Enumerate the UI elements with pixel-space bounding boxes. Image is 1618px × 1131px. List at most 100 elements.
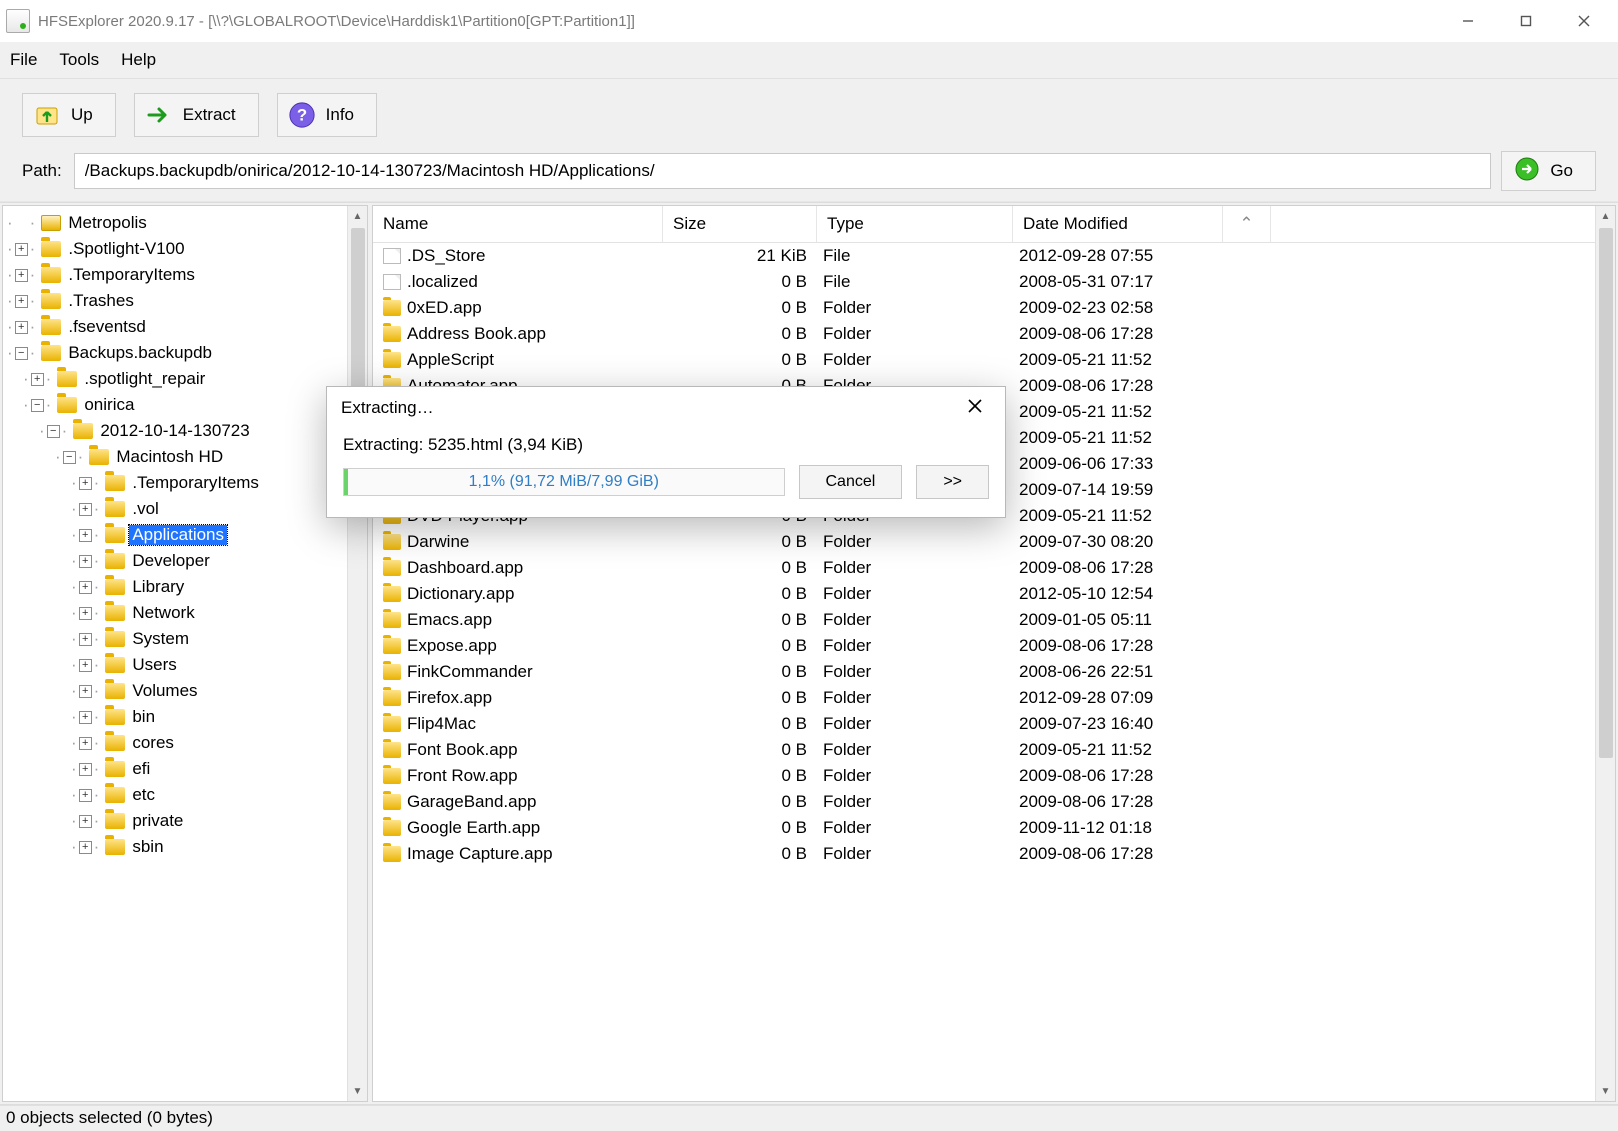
info-button[interactable]: ? Info xyxy=(277,93,377,137)
tree-row[interactable]: ·−·Macintosh HD xyxy=(7,444,367,470)
tree-expander[interactable]: − xyxy=(63,451,76,464)
list-scrollbar[interactable]: ▲ ▼ xyxy=(1595,206,1615,1101)
tree-row[interactable]: ·+·.spotlight_repair xyxy=(7,366,367,392)
scroll-up-icon[interactable]: ▲ xyxy=(348,206,367,226)
tree-row[interactable]: ·+·.Trashes xyxy=(7,288,367,314)
scroll-down-icon[interactable]: ▼ xyxy=(348,1081,367,1101)
tree-expander[interactable]: + xyxy=(79,555,92,568)
file-row[interactable]: Font Book.app0 BFolder2009-05-21 11:52 xyxy=(373,737,1595,763)
file-row[interactable]: Emacs.app0 BFolder2009-01-05 05:11 xyxy=(373,607,1595,633)
tree-row[interactable]: ·−·Backups.backupdb xyxy=(7,340,367,366)
file-row[interactable]: Expose.app0 BFolder2009-08-06 17:28 xyxy=(373,633,1595,659)
file-row[interactable]: Darwine0 BFolder2009-07-30 08:20 xyxy=(373,529,1595,555)
tree-expander[interactable]: + xyxy=(15,295,28,308)
file-row[interactable]: Flip4Mac0 BFolder2009-07-23 16:40 xyxy=(373,711,1595,737)
tree-expander[interactable]: + xyxy=(79,529,92,542)
tree-row[interactable]: ·+·Network xyxy=(7,600,367,626)
menu-help[interactable]: Help xyxy=(121,50,156,70)
file-name: FinkCommander xyxy=(407,662,663,682)
tree-row[interactable]: ·+·Users xyxy=(7,652,367,678)
more-button[interactable]: >> xyxy=(916,465,989,499)
file-row[interactable]: .localized0 BFile2008-05-31 07:17 xyxy=(373,269,1595,295)
scroll-down-icon[interactable]: ▼ xyxy=(1596,1081,1615,1101)
file-row[interactable]: AppleScript0 BFolder2009-05-21 11:52 xyxy=(373,347,1595,373)
tree-row[interactable]: ·+·.fseventsd xyxy=(7,314,367,340)
file-row[interactable]: Google Earth.app0 BFolder2009-11-12 01:1… xyxy=(373,815,1595,841)
col-name[interactable]: Name xyxy=(373,206,663,242)
tree-label: System xyxy=(129,629,192,649)
cancel-button[interactable]: Cancel xyxy=(799,465,903,499)
tree-expander[interactable]: + xyxy=(79,659,92,672)
tree-expander[interactable]: + xyxy=(79,685,92,698)
tree-row[interactable]: ·+·Developer xyxy=(7,548,367,574)
tree-expander[interactable]: + xyxy=(79,581,92,594)
menu-tools[interactable]: Tools xyxy=(59,50,99,70)
tree-row[interactable]: ·−·onirica xyxy=(7,392,367,418)
tree-row[interactable]: ·+·.TemporaryItems xyxy=(7,470,367,496)
tree-scrollbar[interactable]: ▲ ▼ xyxy=(347,206,367,1101)
scroll-thumb[interactable] xyxy=(1599,228,1613,758)
tree-row[interactable]: ·+·cores xyxy=(7,730,367,756)
tree-row[interactable]: ·−·2012-10-14-130723 xyxy=(7,418,367,444)
tree-expander[interactable]: + xyxy=(79,737,92,750)
tree-row[interactable]: ·+·Volumes xyxy=(7,678,367,704)
file-row[interactable]: Firefox.app0 BFolder2012-09-28 07:09 xyxy=(373,685,1595,711)
tree-row[interactable]: ·+·private xyxy=(7,808,367,834)
col-date[interactable]: Date Modified xyxy=(1013,206,1223,242)
tree-expander[interactable]: + xyxy=(79,711,92,724)
maximize-button[interactable] xyxy=(1498,3,1554,39)
tree-expander[interactable]: + xyxy=(79,633,92,646)
tree-row[interactable]: ·+·etc xyxy=(7,782,367,808)
tree-row[interactable]: ·+·sbin xyxy=(7,834,367,860)
extract-button[interactable]: Extract xyxy=(134,93,259,137)
file-type: Folder xyxy=(817,584,1013,604)
tree-expander[interactable]: + xyxy=(15,321,28,334)
tree-expander[interactable]: + xyxy=(31,373,44,386)
tree-expander[interactable]: + xyxy=(79,815,92,828)
file-row[interactable]: Front Row.app0 BFolder2009-08-06 17:28 xyxy=(373,763,1595,789)
scroll-up-icon[interactable]: ▲ xyxy=(1596,206,1615,226)
file-type: Folder xyxy=(817,662,1013,682)
file-row[interactable]: Dashboard.app0 BFolder2009-08-06 17:28 xyxy=(373,555,1595,581)
file-size: 0 B xyxy=(663,818,817,838)
path-input[interactable] xyxy=(74,153,1492,189)
file-size: 0 B xyxy=(663,662,817,682)
up-button[interactable]: Up xyxy=(22,93,116,137)
tree-expander[interactable]: − xyxy=(15,347,28,360)
tree-expander[interactable]: + xyxy=(79,477,92,490)
close-button[interactable] xyxy=(1556,3,1612,39)
tree-expander[interactable]: + xyxy=(15,269,28,282)
file-row[interactable]: Address Book.app0 BFolder2009-08-06 17:2… xyxy=(373,321,1595,347)
tree-expander[interactable]: + xyxy=(79,841,92,854)
tree-row[interactable]: ·+·.Spotlight-V100 xyxy=(7,236,367,262)
tree-row[interactable]: ·+·.vol xyxy=(7,496,367,522)
col-size[interactable]: Size xyxy=(663,206,817,242)
file-row[interactable]: 0xED.app0 BFolder2009-02-23 02:58 xyxy=(373,295,1595,321)
tree-expander[interactable]: − xyxy=(31,399,44,412)
tree-row[interactable]: ·+·bin xyxy=(7,704,367,730)
tree-row[interactable]: ·+·Library xyxy=(7,574,367,600)
tree-expander[interactable]: + xyxy=(79,503,92,516)
tree-expander[interactable]: + xyxy=(15,243,28,256)
file-row[interactable]: FinkCommander0 BFolder2008-06-26 22:51 xyxy=(373,659,1595,685)
file-row[interactable]: Dictionary.app0 BFolder2012-05-10 12:54 xyxy=(373,581,1595,607)
file-row[interactable]: GarageBand.app0 BFolder2009-08-06 17:28 xyxy=(373,789,1595,815)
tree-row[interactable]: ·+·System xyxy=(7,626,367,652)
col-type[interactable]: Type xyxy=(817,206,1013,242)
tree-row[interactable]: ·+·Applications xyxy=(7,522,367,548)
tree-expander[interactable]: + xyxy=(79,763,92,776)
tree-row[interactable]: ·+·efi xyxy=(7,756,367,782)
dialog-close-button[interactable] xyxy=(959,399,991,418)
go-button[interactable]: Go xyxy=(1501,151,1596,191)
tree-row[interactable]: ·+·.TemporaryItems xyxy=(7,262,367,288)
tree-expander[interactable]: + xyxy=(79,789,92,802)
file-row[interactable]: .DS_Store21 KiBFile2012-09-28 07:55 xyxy=(373,243,1595,269)
file-row[interactable]: Image Capture.app0 BFolder2009-08-06 17:… xyxy=(373,841,1595,867)
scroll-thumb[interactable] xyxy=(351,228,365,408)
tree-expander[interactable]: − xyxy=(47,425,60,438)
menu-file[interactable]: File xyxy=(10,50,37,70)
minimize-button[interactable] xyxy=(1440,3,1496,39)
tree-expander[interactable]: + xyxy=(79,607,92,620)
col-sort-indicator[interactable]: ⌃ xyxy=(1223,206,1271,242)
tree-row[interactable]: ··Metropolis xyxy=(7,210,367,236)
